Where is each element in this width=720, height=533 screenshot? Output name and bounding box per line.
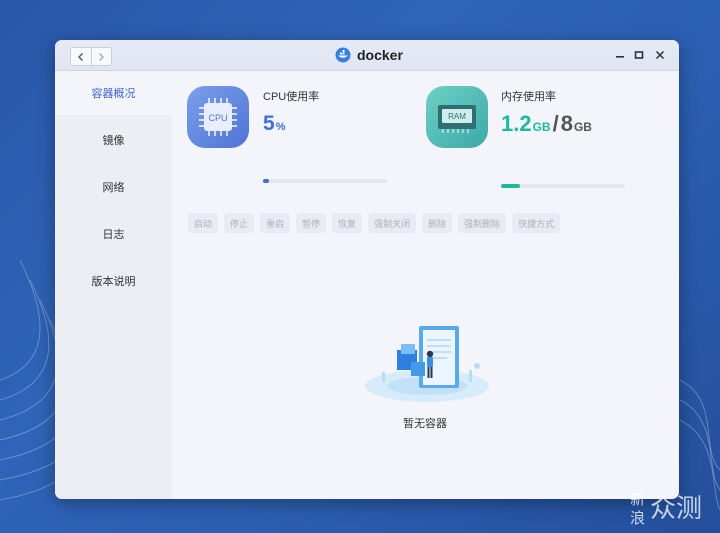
minimize-icon — [616, 56, 624, 58]
ram-used: 1.2 — [501, 111, 532, 136]
start-button[interactable]: 启动 — [188, 213, 219, 233]
force-close-button[interactable]: 强制关闭 — [368, 213, 417, 233]
chevron-right-icon — [99, 52, 105, 61]
empty-state-text: 暂无容器 — [403, 418, 447, 430]
ram-total: 8 — [560, 111, 573, 136]
sidebar-item-network[interactable]: 网络 — [55, 165, 172, 209]
docker-window: docker 容器概况 镜像 网络 日志 版本说明 CPU CPU使用率 5 %… — [55, 40, 679, 499]
sidebar-item-label: 网络 — [102, 182, 125, 194]
stop-button[interactable]: 停止 — [224, 213, 255, 233]
sidebar: 容器概况 镜像 网络 日志 版本说明 — [55, 71, 172, 499]
ram-usage-bar-fill — [501, 184, 520, 188]
sidebar-item-logs[interactable]: 日志 — [55, 212, 172, 256]
svg-text:众测: 众测 — [650, 494, 702, 524]
cpu-chip-graphic: CPU — [199, 98, 237, 136]
chevron-left-icon — [77, 52, 83, 61]
restart-button[interactable]: 重启 — [260, 213, 291, 233]
ram-total-unit: GB — [573, 120, 592, 134]
cpu-usage-bar-fill — [263, 179, 270, 183]
maximize-icon — [634, 51, 644, 59]
svg-text:新: 新 — [630, 490, 645, 508]
empty-state-illustration — [365, 326, 489, 402]
shortcut-button[interactable]: 快捷方式 — [512, 213, 561, 233]
back-button[interactable] — [71, 48, 91, 65]
cpu-value: 5 % — [263, 112, 285, 136]
window-title-text: docker — [357, 47, 403, 63]
ram-usage-bar — [501, 184, 625, 188]
container-action-toolbar: 启动 停止 重启 暂停 恢复 强制关闭 删除 强制删除 快捷方式 — [188, 213, 561, 233]
title-bar: docker — [55, 40, 679, 71]
sidebar-item-label: 版本说明 — [91, 276, 136, 288]
resume-button[interactable]: 恢复 — [332, 213, 363, 233]
close-icon — [655, 50, 665, 60]
nav-buttons — [70, 47, 112, 66]
watermark-logo: 新 浪 众测 — [630, 490, 702, 527]
window-title: docker — [335, 46, 403, 64]
force-delete-button[interactable]: 强制删除 — [458, 213, 507, 233]
cpu-icon: CPU — [187, 86, 249, 148]
cpu-value-number: 5 — [263, 112, 275, 135]
ram-used-unit: GB — [532, 120, 551, 134]
cpu-usage-bar — [263, 179, 387, 183]
main-panel: CPU CPU使用率 5 % RAM 内存使用率 1.2 GB / 8 GB 启… — [172, 71, 679, 499]
maximize-button[interactable] — [631, 47, 647, 63]
cpu-value-unit: % — [275, 121, 286, 133]
sidebar-item-label: 容器概况 — [91, 88, 136, 100]
minimize-button[interactable] — [612, 47, 628, 63]
sidebar-item-label: 镜像 — [102, 135, 125, 147]
forward-button[interactable] — [90, 48, 112, 65]
sidebar-item-overview[interactable]: 容器概况 — [55, 71, 172, 115]
sidebar-item-label: 日志 — [102, 229, 125, 241]
cpu-label: CPU使用率 — [263, 91, 320, 103]
ram-value: 1.2 GB / 8 GB — [501, 111, 592, 137]
docker-logo-icon — [335, 47, 351, 63]
ram-module-graphic: RAM — [438, 105, 476, 133]
cpu-icon-text: CPU — [208, 113, 227, 123]
ram-separator: / — [552, 111, 559, 136]
ram-label: 内存使用率 — [501, 91, 556, 103]
svg-text:浪: 浪 — [630, 509, 645, 527]
delete-button[interactable]: 删除 — [422, 213, 453, 233]
sidebar-item-images[interactable]: 镜像 — [55, 118, 172, 162]
close-button[interactable] — [652, 47, 668, 63]
pause-button[interactable]: 暂停 — [296, 213, 327, 233]
sidebar-item-release-notes[interactable]: 版本说明 — [55, 259, 172, 303]
ram-icon-text: RAM — [448, 112, 466, 121]
ram-icon: RAM — [426, 86, 488, 148]
